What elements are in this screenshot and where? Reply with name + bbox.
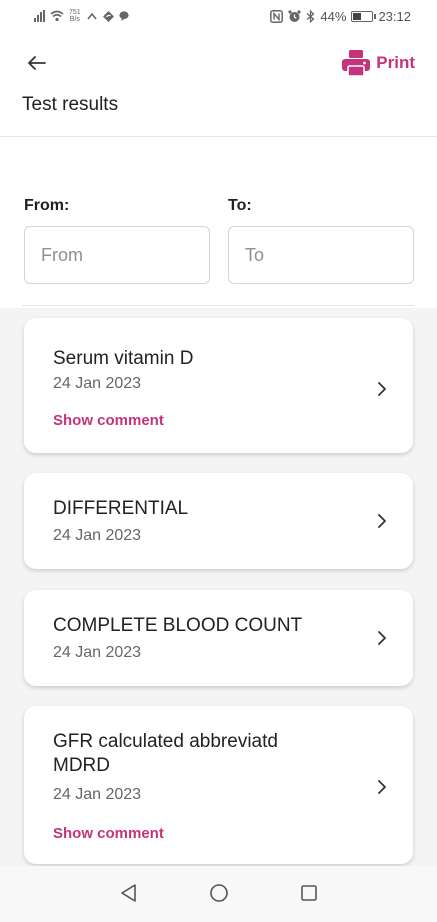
result-name: GFR calculated abbreviatd MDRD: [53, 731, 278, 776]
from-date-input[interactable]: [24, 226, 210, 284]
show-comment-link[interactable]: Show comment: [53, 412, 164, 429]
result-date: 24 Jan 2023: [53, 527, 142, 544]
to-label: To:: [228, 197, 252, 214]
chevron-right-icon: [378, 382, 386, 396]
result-date: 24 Jan 2023: [53, 375, 142, 392]
nfc-icon: [270, 10, 284, 23]
bluetooth-icon: [307, 10, 315, 23]
alarm-icon: [288, 10, 302, 22]
result-card[interactable]: COMPLETE BLOOD COUNT 24 Jan 2023: [24, 590, 413, 686]
app-header: Print Test results: [0, 36, 437, 137]
filter-divider: [22, 305, 414, 306]
show-comment-link[interactable]: Show comment: [53, 825, 164, 842]
result-card[interactable]: DIFFERENTIAL 24 Jan 2023: [24, 473, 413, 569]
nav-recents-button[interactable]: [294, 878, 324, 908]
network-speed-value: 751: [69, 9, 81, 16]
location-icon: [102, 10, 114, 22]
nav-back-button[interactable]: [114, 878, 144, 908]
data-transfer-icon: [87, 12, 97, 20]
results-list[interactable]: Serum vitamin D 24 Jan 2023 Show comment…: [0, 308, 437, 866]
print-button[interactable]: Print: [342, 50, 415, 76]
result-card[interactable]: Serum vitamin D 24 Jan 2023 Show comment: [24, 318, 413, 453]
chat-icon: [119, 11, 129, 21]
chevron-right-icon: [378, 631, 386, 645]
square-recents-icon: [301, 885, 317, 901]
result-date: 24 Jan 2023: [53, 786, 142, 803]
chevron-right-icon: [378, 780, 386, 794]
chevron-right-icon: [378, 514, 386, 528]
arrow-left-icon: [28, 56, 46, 70]
result-date: 24 Jan 2023: [53, 644, 142, 661]
from-label: From:: [24, 197, 70, 214]
network-speed-unit: B/s: [69, 16, 80, 23]
circle-home-icon: [210, 884, 228, 902]
triangle-back-icon: [121, 884, 136, 902]
system-nav-bar: [0, 866, 437, 922]
nav-home-button[interactable]: [204, 878, 234, 908]
status-left: 751 B/s: [34, 9, 129, 23]
page-title: Test results: [22, 94, 119, 115]
result-card[interactable]: GFR calculated abbreviatd MDRD 24 Jan 20…: [24, 706, 413, 864]
status-time: 23:12: [378, 9, 411, 24]
result-name: DIFFERENTIAL: [53, 498, 189, 519]
network-speed: 751 B/s: [69, 9, 81, 23]
to-date-input[interactable]: [228, 226, 414, 284]
print-label: Print: [376, 53, 415, 72]
battery-percent: 44%: [320, 9, 347, 24]
result-name: COMPLETE BLOOD COUNT: [53, 615, 303, 636]
wifi-icon: [50, 10, 64, 22]
back-button[interactable]: [22, 48, 52, 78]
status-bar: 751 B/s 44% 23:12: [0, 0, 437, 36]
battery-icon: [351, 11, 377, 22]
status-right: 44% 23:12: [270, 9, 411, 24]
signal-icon: [34, 10, 45, 22]
battery-fill: [353, 13, 361, 20]
printer-icon: [342, 50, 371, 76]
result-name: Serum vitamin D: [53, 348, 194, 369]
